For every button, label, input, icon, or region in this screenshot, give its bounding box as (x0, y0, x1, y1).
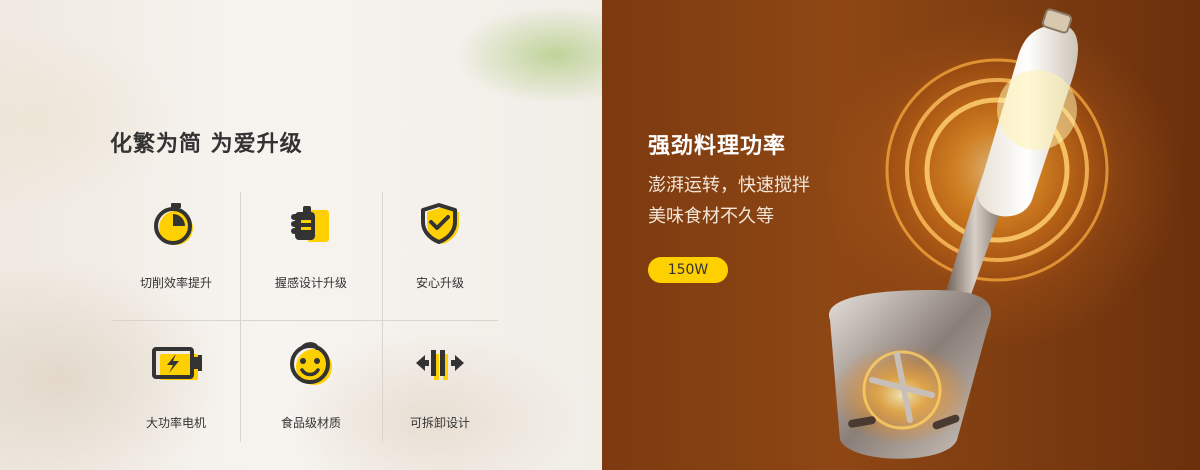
feature-item: 大功率电机 (112, 332, 240, 452)
feature-label: 食品级材质 (280, 416, 341, 430)
feature-label: 握感设计升级 (274, 276, 347, 290)
shield-check-icon (421, 203, 459, 244)
grip-hand-icon (291, 206, 329, 242)
baby-face-icon (290, 342, 332, 385)
feature-label: 安心升级 (415, 276, 464, 290)
power-panel: 强劲料理功率 澎湃运转，快速搅拌 美味食材不久等 150W (602, 0, 1200, 470)
features-title: 化繁为简 为爱升级 (110, 132, 303, 157)
features-panel: 化繁为简 为爱升级 切削效率提升 握感设计升级 安心升级 大功率电机 食品级材质… (0, 0, 602, 470)
feature-label: 可拆卸设计 (409, 416, 470, 430)
feature-grid: 切削效率提升 握感设计升级 安心升级 大功率电机 食品级材质 可拆卸设计 (112, 192, 498, 442)
feature-item: 可拆卸设计 (382, 332, 498, 452)
power-badge: 150W (648, 257, 728, 283)
feature-item: 切削效率提升 (112, 192, 240, 312)
product-banner: 化繁为简 为爱升级 切削效率提升 握感设计升级 安心升级 大功率电机 食品级材质… (0, 0, 1200, 470)
feature-item: 握感设计升级 (240, 192, 382, 312)
detachable-arrows-icon (416, 350, 464, 380)
feature-label: 切削效率提升 (139, 276, 212, 290)
feature-item: 食品级材质 (240, 332, 382, 452)
hand-blender-image (828, 8, 1117, 459)
feature-item: 安心升级 (382, 192, 498, 312)
power-title: 强劲料理功率 (648, 134, 787, 159)
motor-battery-icon (152, 347, 202, 380)
grid-divider (112, 320, 498, 321)
stopwatch-icon (154, 203, 193, 245)
feature-label: 大功率电机 (145, 416, 206, 430)
